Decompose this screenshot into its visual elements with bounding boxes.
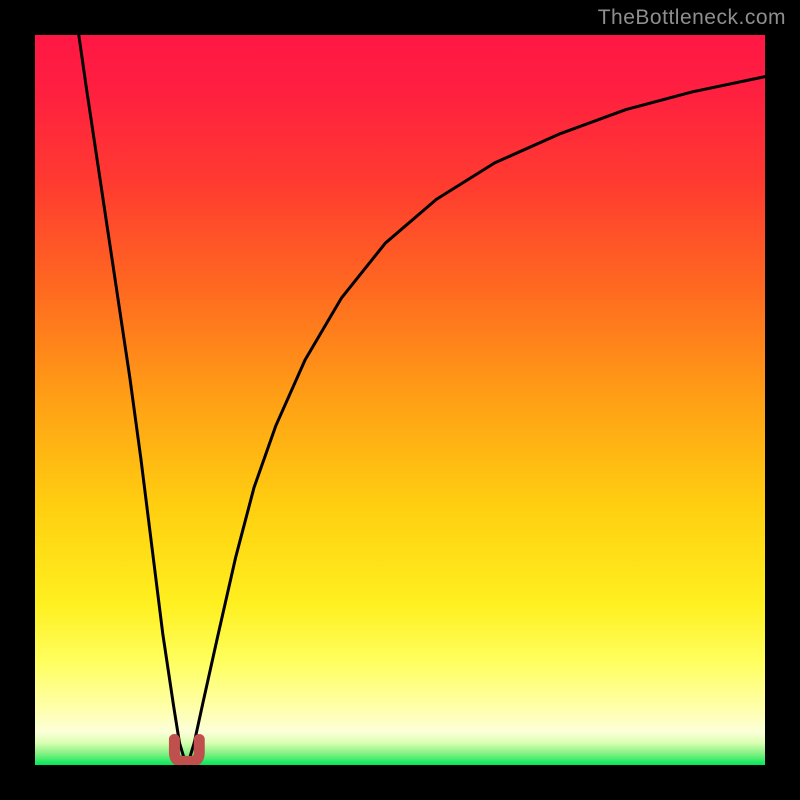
chart-svg [35, 35, 765, 765]
chart-frame: TheBottleneck.com [0, 0, 800, 800]
chart-background [35, 35, 765, 765]
watermark: TheBottleneck.com [598, 6, 786, 30]
chart-plot-area [35, 35, 765, 765]
